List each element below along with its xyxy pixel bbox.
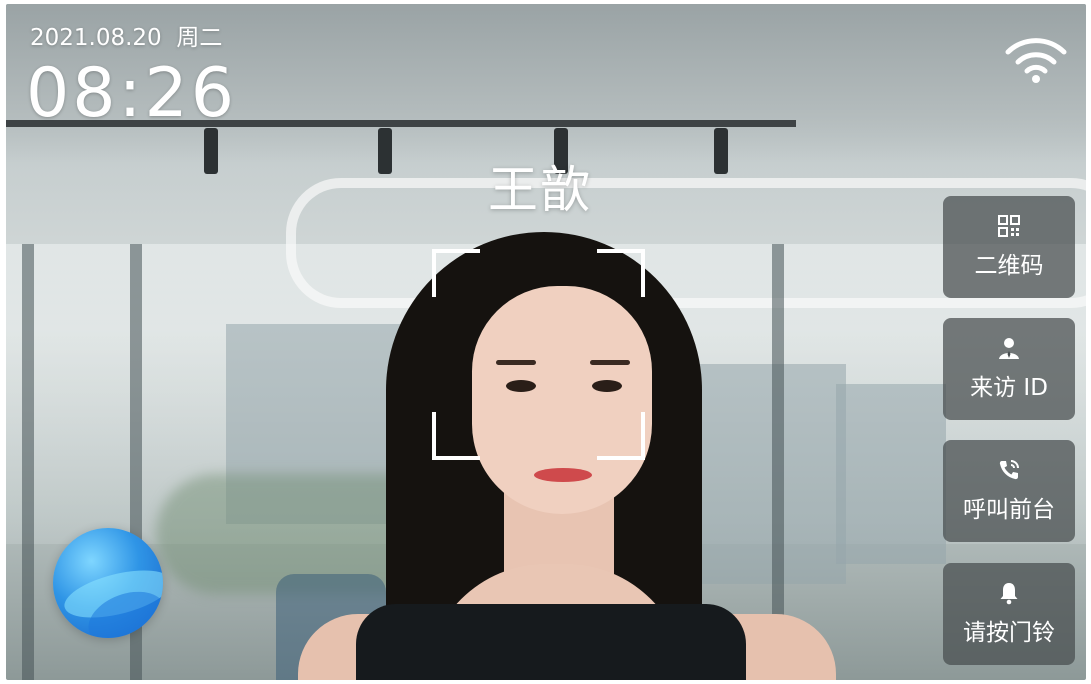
clock: 08:26: [26, 54, 237, 133]
background-building: [696, 364, 846, 584]
face-frame-corner: [432, 249, 480, 297]
face-frame-corner: [597, 412, 645, 460]
bell-icon: [1000, 583, 1018, 605]
face-frame-corner: [597, 249, 645, 297]
person-eye: [592, 380, 622, 392]
call-reception-label: 呼叫前台: [963, 497, 1055, 523]
doorbell-label: 请按门铃: [963, 620, 1055, 646]
call-reception-button[interactable]: 呼叫前台: [943, 440, 1075, 542]
person-lips: [534, 468, 592, 482]
person-eyebrow: [590, 360, 630, 365]
wifi-icon: [1005, 38, 1067, 83]
doorbell-button[interactable]: 请按门铃: [943, 563, 1075, 665]
background-building: [836, 384, 946, 564]
weekday-text: 周二: [176, 25, 223, 51]
ceiling-spotlight: [378, 128, 392, 174]
window-frame: [22, 244, 34, 680]
visitor-id-label: 来访 ID: [970, 375, 1048, 401]
person-eye: [506, 380, 536, 392]
recognized-name: 王歆: [488, 161, 592, 219]
qr-code-button[interactable]: 二维码: [943, 196, 1075, 298]
date-display: 2021.08.20 周二: [30, 18, 222, 52]
visitor-id-button[interactable]: 来访 ID: [943, 318, 1075, 420]
visitor-icon: [999, 338, 1019, 359]
ceiling-spotlight: [714, 128, 728, 174]
person-eyebrow: [496, 360, 536, 365]
qr-code-label: 二维码: [974, 253, 1044, 279]
date-text: 2021.08.20: [30, 25, 162, 51]
person-dress: [356, 604, 746, 680]
qr-code-icon: [998, 215, 1020, 237]
face-frame-corner: [432, 412, 480, 460]
ceiling-spotlight: [204, 128, 218, 174]
voice-assistant-button[interactable]: [53, 528, 163, 638]
phone-call-icon: [999, 460, 1019, 480]
